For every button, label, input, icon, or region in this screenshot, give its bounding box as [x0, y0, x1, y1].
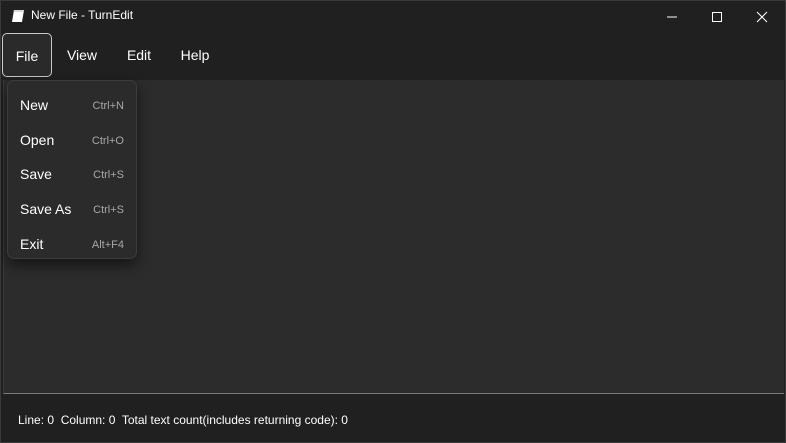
menu-item-shortcut: Ctrl+N — [92, 100, 124, 112]
menu-bar: File View Edit Help — [1, 32, 785, 80]
window-title: New File - TurnEdit — [31, 8, 134, 22]
menu-item-shortcut: Ctrl+S — [93, 169, 124, 181]
menu-item-shortcut: Ctrl+S — [93, 204, 124, 216]
title-bar[interactable]: New File - TurnEdit — [1, 1, 785, 32]
menu-help[interactable]: Help — [171, 33, 219, 77]
menu-item-label: Exit — [20, 236, 44, 252]
menu-item-open[interactable]: Open Ctrl+O — [8, 121, 136, 155]
menu-view[interactable]: View — [57, 33, 107, 77]
menu-item-new[interactable]: New Ctrl+N — [8, 86, 136, 120]
menu-item-shortcut: Alt+F4 — [91, 239, 124, 251]
status-text: Line: 0 Column: 0 Total text count(inclu… — [18, 413, 348, 427]
minimize-icon — [667, 16, 677, 18]
menu-item-label: Save As — [20, 201, 72, 217]
menu-item-shortcut: Ctrl+O — [91, 135, 124, 147]
menu-item-label: Open — [20, 132, 55, 148]
status-bar: Line: 0 Column: 0 Total text count(inclu… — [1, 395, 785, 442]
maximize-icon — [712, 12, 722, 22]
menu-item-save-as[interactable]: Save As Ctrl+S — [8, 190, 136, 224]
menu-edit[interactable]: Edit — [114, 33, 164, 77]
menu-item-exit[interactable]: Exit Alt+F4 — [8, 225, 136, 259]
close-button[interactable] — [739, 1, 785, 32]
menu-file[interactable]: File — [2, 33, 52, 77]
close-icon — [756, 11, 768, 23]
menu-item-save[interactable]: Save Ctrl+S — [8, 155, 136, 189]
file-menu-dropdown: New Ctrl+N Open Ctrl+O Save Ctrl+S Save … — [7, 80, 137, 259]
maximize-button[interactable] — [694, 1, 740, 32]
menu-item-label: New — [20, 97, 49, 113]
minimize-button[interactable] — [649, 1, 695, 32]
notepad-icon — [12, 10, 24, 22]
menu-item-label: Save — [20, 166, 52, 182]
app-window: New File - TurnEdit File View Edit Help … — [0, 0, 786, 443]
